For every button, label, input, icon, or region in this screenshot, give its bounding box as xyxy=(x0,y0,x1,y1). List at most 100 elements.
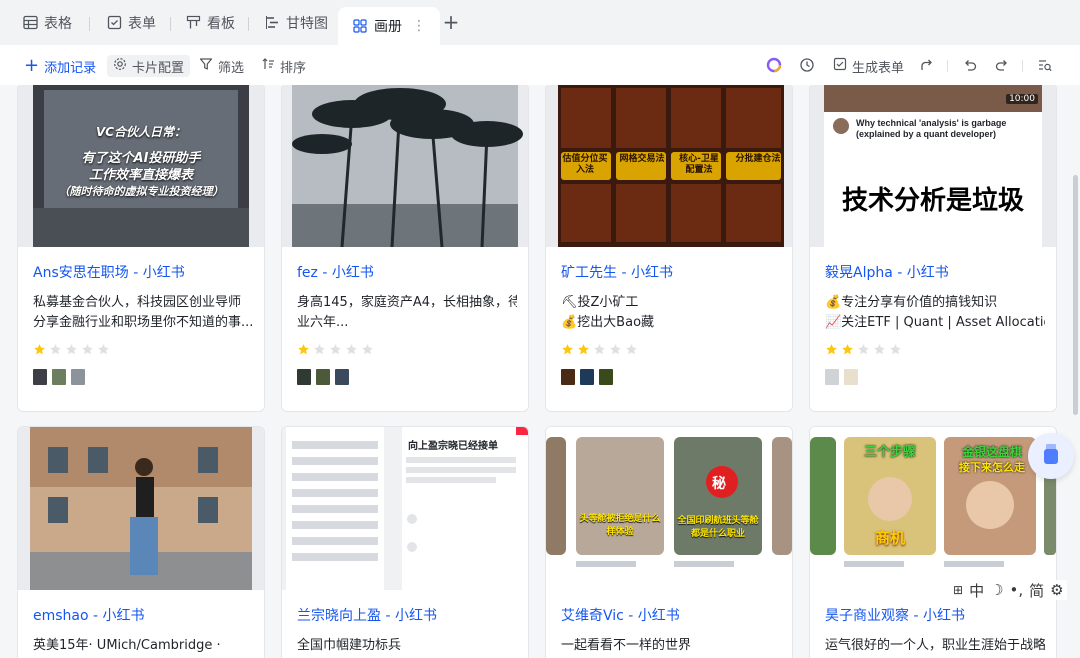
undo-icon[interactable] xyxy=(960,55,980,75)
gear-icon xyxy=(113,57,127,75)
card-title[interactable]: Ans安思在职场 - 小红书 xyxy=(33,262,185,282)
star-icon[interactable] xyxy=(889,343,902,356)
cover-headline: 技术分析是垃圾 xyxy=(841,186,1024,216)
card-title[interactable]: 毅晃Alpha - 小红书 xyxy=(825,262,949,282)
vertical-scrollbar[interactable] xyxy=(1073,175,1078,415)
record-card[interactable]: emshao - 小红书 英美15年· UMich/Cambridge · xyxy=(17,426,265,658)
card-title[interactable]: 昊子商业观察 - 小红书 xyxy=(825,605,965,625)
tab-table-label: 表格 xyxy=(44,15,72,32)
card-description: 💰专注分享有价值的搞钱知识 📈关注ETF | Quant | Asset All… xyxy=(825,295,1045,330)
tab-kanban-label: 看板 xyxy=(207,15,235,32)
rating-stars[interactable] xyxy=(825,343,902,356)
rating-stars[interactable] xyxy=(561,343,638,356)
star-icon[interactable] xyxy=(825,343,838,356)
tab-table[interactable]: 表格 xyxy=(22,0,72,45)
redo-icon[interactable] xyxy=(992,55,1012,75)
cover-badge: 秘 xyxy=(712,476,726,492)
ime-language-label: 中 xyxy=(969,581,985,600)
tab-gallery-label: 画册 xyxy=(374,19,402,35)
attachment-thumbnail[interactable] xyxy=(335,369,349,385)
star-icon[interactable] xyxy=(329,343,342,356)
generate-form-button[interactable]: 生成表单 xyxy=(833,55,904,77)
rating-stars[interactable] xyxy=(33,343,110,356)
attachment-thumbnail[interactable] xyxy=(52,369,66,385)
star-icon[interactable] xyxy=(361,343,374,356)
sort-icon xyxy=(261,57,275,75)
record-card[interactable]: VC合伙人日常： 有了这个AI投研助手 工作效率直接爆表 （随时待命的虚拟专业投… xyxy=(17,85,265,412)
card-config-label: 卡片配置 xyxy=(132,60,185,76)
star-icon[interactable] xyxy=(577,343,590,356)
search-icon[interactable] xyxy=(1035,55,1055,75)
card-description: 一起看看不一样的世界 xyxy=(561,638,692,653)
card-title[interactable]: fez - 小红书 xyxy=(297,262,374,282)
card-description: 全国巾帼建功标兵 xyxy=(297,638,402,653)
card-cover-image: VC合伙人日常： 有了这个AI投研助手 工作效率直接爆表 （随时待命的虚拟专业投… xyxy=(18,85,264,247)
attachment-thumbnails[interactable] xyxy=(297,369,349,385)
attachment-thumbnails[interactable] xyxy=(33,369,85,385)
card-title[interactable]: emshao - 小红书 xyxy=(33,605,145,625)
card-description: 私募基金合伙人，科技园区创业导师 分享金融行业和职场里你不知道的事... xyxy=(33,295,253,330)
record-card[interactable]: 向上盈宗晓已经接单 兰宗晓向上盈 - 小红书 全国巾帼建功标兵 xyxy=(281,426,529,658)
card-config-button[interactable]: 卡片配置 xyxy=(107,55,191,77)
star-icon[interactable] xyxy=(297,343,310,356)
add-view-button[interactable]: + xyxy=(441,12,461,33)
floating-assistant-button[interactable] xyxy=(1028,433,1074,479)
gallery-view: VC合伙人日常： 有了这个AI投研助手 工作效率直接爆表 （随时待命的虚拟专业投… xyxy=(0,85,1080,658)
more-vertical-icon[interactable]: ⋮ xyxy=(412,18,426,34)
record-card[interactable]: 估值分位买入法 网格交易法 核心-卫星配置法 分批建仓法 矿工先生 - 小红书 … xyxy=(545,85,793,412)
tab-kanban[interactable]: 看板 xyxy=(185,0,235,45)
attachment-thumbnail[interactable] xyxy=(825,369,839,385)
star-icon[interactable] xyxy=(313,343,326,356)
toolbar-divider xyxy=(1022,60,1023,72)
gantt-icon xyxy=(264,15,280,31)
filter-button[interactable]: 筛选 xyxy=(199,55,244,77)
attachment-thumbnails[interactable] xyxy=(825,369,858,385)
tab-gallery[interactable]: 画册 ⋮ xyxy=(338,7,440,45)
ime-status-bar[interactable]: ⊞ 中 ☽ •, 简 ⚙ xyxy=(950,580,1067,600)
tab-gantt[interactable]: 甘特图 xyxy=(264,0,328,45)
card-title[interactable]: 矿工先生 - 小红书 xyxy=(561,262,673,282)
star-icon[interactable] xyxy=(561,343,574,356)
ime-mode-label: 简 xyxy=(1029,581,1045,600)
attachment-thumbnail[interactable] xyxy=(599,369,613,385)
attachment-thumbnail[interactable] xyxy=(297,369,311,385)
attachment-thumbnails[interactable] xyxy=(561,369,613,385)
ime-settings-icon: ⚙ xyxy=(1050,581,1064,599)
attachment-thumbnail[interactable] xyxy=(844,369,858,385)
star-icon[interactable] xyxy=(609,343,622,356)
tab-divider xyxy=(89,17,90,31)
ai-assistant-icon[interactable] xyxy=(764,55,784,75)
add-record-button[interactable]: + 添加记录 xyxy=(24,55,96,77)
record-card[interactable]: 头等舱被拒绝是什么样体验 秘 全国印刷航班头等舱都是什么职业 艾维奇Vic - … xyxy=(545,426,793,658)
star-icon[interactable] xyxy=(65,343,78,356)
filter-icon xyxy=(199,57,213,75)
attachment-thumbnail[interactable] xyxy=(580,369,594,385)
automation-clock-icon[interactable] xyxy=(797,55,817,75)
star-icon[interactable] xyxy=(841,343,854,356)
attachment-thumbnail[interactable] xyxy=(33,369,47,385)
star-icon[interactable] xyxy=(81,343,94,356)
card-title[interactable]: 兰宗晓向上盈 - 小红书 xyxy=(297,605,437,625)
star-icon[interactable] xyxy=(345,343,358,356)
star-icon[interactable] xyxy=(625,343,638,356)
star-icon[interactable] xyxy=(593,343,606,356)
record-card[interactable]: 10:00 Why technical 'analysis' is garbag… xyxy=(809,85,1057,412)
sort-button[interactable]: 排序 xyxy=(261,55,306,77)
record-card[interactable]: fez - 小红书 身高145，家庭资产A4，长相抽象，待 业六年... xyxy=(281,85,529,412)
video-duration: 10:00 xyxy=(1006,94,1038,104)
share-icon[interactable] xyxy=(917,55,937,75)
attachment-thumbnail[interactable] xyxy=(71,369,85,385)
record-card[interactable]: 三个步骤 商机 金银这盘棋 接下来怎么走 昊子商业观察 - 小红书 运气很好的一… xyxy=(809,426,1057,658)
card-cover-image xyxy=(18,427,264,590)
star-icon[interactable] xyxy=(97,343,110,356)
star-icon[interactable] xyxy=(873,343,886,356)
attachment-thumbnail[interactable] xyxy=(316,369,330,385)
star-icon[interactable] xyxy=(857,343,870,356)
card-title[interactable]: 艾维奇Vic - 小红书 xyxy=(561,605,680,625)
star-icon[interactable] xyxy=(49,343,62,356)
tab-form[interactable]: 表单 xyxy=(106,0,156,45)
attachment-thumbnail[interactable] xyxy=(561,369,575,385)
rating-stars[interactable] xyxy=(297,343,374,356)
card-description: 英美15年· UMich/Cambridge · xyxy=(33,638,221,653)
star-icon[interactable] xyxy=(33,343,46,356)
